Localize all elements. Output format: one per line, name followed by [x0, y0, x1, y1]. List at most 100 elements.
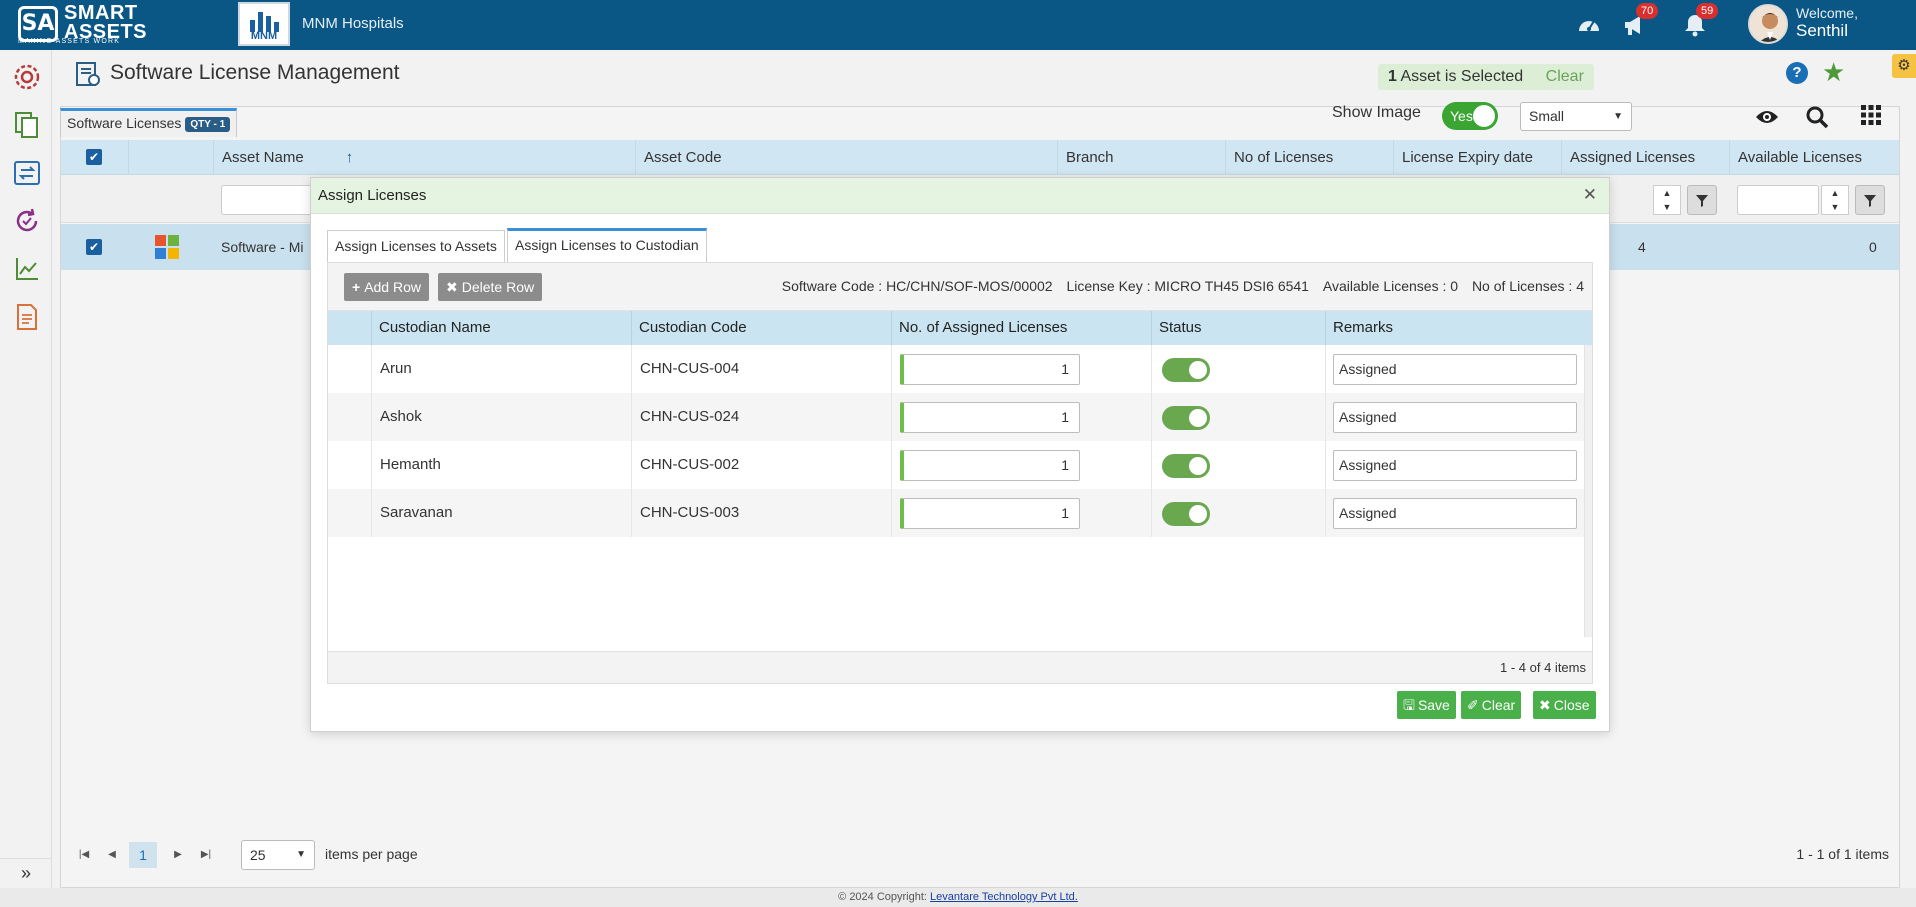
column-available-licenses[interactable]: Available Licenses [1729, 140, 1899, 175]
eye-icon[interactable] [1754, 104, 1780, 130]
column-remarks[interactable]: Remarks [1325, 311, 1584, 345]
custodian-name: Saravanan [371, 489, 631, 537]
assigned-licenses-input[interactable]: 1 [900, 450, 1080, 481]
show-image-toggle[interactable]: Yes [1442, 102, 1498, 130]
image-size-select[interactable]: Small ▼ [1520, 102, 1632, 131]
available-filter-button[interactable] [1855, 185, 1885, 215]
remarks-input[interactable]: Assigned [1333, 450, 1577, 481]
column-asset-name[interactable]: Asset Name ↑ [213, 140, 635, 175]
avatar[interactable] [1748, 4, 1788, 44]
select-all-cell[interactable]: ✔ [61, 140, 128, 175]
assigned-filter-button[interactable] [1687, 185, 1717, 215]
remarks-input[interactable]: Assigned [1333, 354, 1577, 385]
table-row[interactable]: Saravanan CHN-CUS-003 1 Assigned [328, 489, 1584, 537]
tab-software-licenses[interactable]: Software Licenses QTY - 1 [60, 108, 238, 137]
first-page-button[interactable]: |◀ [73, 844, 95, 866]
license-info: Software Code : HC/CHN/SOF-MOS/00002 Lic… [772, 278, 1584, 294]
announcement-icon[interactable]: 70 [1622, 3, 1659, 38]
settings-gear-icon[interactable] [12, 62, 42, 92]
eraser-icon: ✐ [1467, 697, 1479, 713]
status-toggle[interactable] [1162, 406, 1210, 430]
analytics-icon[interactable] [12, 254, 42, 284]
available-filter-spinner[interactable]: ▲ ▼ [1821, 185, 1849, 215]
assigned-filter-spinner[interactable]: ▲ ▼ [1653, 185, 1681, 215]
table-row[interactable]: Arun CHN-CUS-004 1 Assigned [328, 345, 1584, 393]
items-per-page-label: items per page [325, 846, 418, 862]
column-assigned-licenses[interactable]: No. of Assigned Licenses [891, 311, 1151, 345]
remarks-input[interactable]: Assigned [1333, 402, 1577, 433]
assigned-licenses-input[interactable]: 1 [900, 402, 1080, 433]
main-pager: |◀ ◀ 1 ▶ ▶| 25 ▼ items per page 1 - 1 of … [61, 836, 1899, 874]
column-branch[interactable]: Branch [1057, 140, 1225, 175]
column-status[interactable]: Status [1151, 311, 1325, 345]
left-sidebar: » [0, 50, 52, 888]
search-icon[interactable] [1804, 104, 1830, 130]
items-per-page-select[interactable]: 25 ▼ [241, 840, 315, 870]
close-button[interactable]: ✖ Close [1533, 691, 1596, 719]
available-filter-input[interactable] [1737, 185, 1819, 215]
custodian-name: Hemanth [371, 441, 631, 489]
announcement-count-badge: 70 [1636, 3, 1659, 19]
last-page-button[interactable]: ▶| [195, 844, 217, 866]
welcome-text[interactable]: Welcome, Senthil [1796, 4, 1858, 40]
dashboard-icon[interactable] [1576, 12, 1602, 38]
row-asset-name: Software - Mi [221, 239, 304, 255]
tab-assign-to-custodian[interactable]: Assign Licenses to Custodian [507, 228, 707, 262]
assigned-licenses-input[interactable]: 1 [900, 498, 1080, 529]
grid-scrollbar[interactable] [1584, 345, 1592, 637]
tab-assign-to-assets[interactable]: Assign Licenses to Assets [327, 230, 505, 262]
user-name: Senthil [1796, 21, 1848, 40]
selection-info: 1 Asset is Selected Clear [1378, 64, 1594, 90]
page-title: Software License Management [110, 61, 400, 84]
favorite-star-icon[interactable]: ★ [1822, 58, 1845, 86]
org-name: MNM Hospitals [302, 15, 404, 32]
documents-icon[interactable] [12, 110, 42, 140]
expand-sidebar-icon[interactable]: » [0, 858, 52, 888]
save-icon: 🖫 [1403, 697, 1415, 713]
column-custodian-name[interactable]: Custodian Name [371, 311, 631, 345]
report-icon[interactable] [12, 302, 42, 332]
delete-row-button[interactable]: ✖ Delete Row [438, 273, 543, 301]
company-link[interactable]: Levantare Technology Pvt Ltd. [930, 891, 1078, 903]
no-of-licenses: No of Licenses : 4 [1471, 278, 1584, 294]
modal-header: Assign Licenses ✕ [311, 178, 1609, 214]
status-toggle[interactable] [1162, 358, 1210, 382]
grid-menu-icon[interactable] [1860, 104, 1882, 126]
custodian-code: CHN-CUS-024 [631, 393, 891, 441]
logo-tagline: MAKING ASSETS WORK [18, 38, 121, 45]
plus-icon: + [352, 279, 361, 295]
row-assigned-licenses: 4 [1638, 239, 1646, 255]
available-licenses: Available Licenses : 0 [1322, 278, 1459, 294]
column-no-of-licenses[interactable]: No of Licenses [1225, 140, 1393, 175]
table-row[interactable]: Hemanth CHN-CUS-002 1 Assigned [328, 441, 1584, 489]
column-assigned-licenses[interactable]: Assigned Licenses [1561, 140, 1729, 175]
help-icon[interactable]: ? [1786, 62, 1808, 84]
logo-text: SMART ASSETS [64, 2, 148, 43]
bell-icon[interactable]: 59 [1682, 3, 1719, 38]
select-all-checkbox[interactable]: ✔ [86, 149, 102, 165]
refresh-cycle-icon[interactable] [12, 206, 42, 236]
save-button[interactable]: 🖫 Save [1397, 691, 1456, 719]
close-icon[interactable]: ✕ [1583, 186, 1597, 204]
status-toggle[interactable] [1162, 502, 1210, 526]
software-code: Software Code : HC/CHN/SOF-MOS/00002 [781, 278, 1053, 294]
row-checkbox[interactable]: ✔ [86, 239, 102, 255]
settings-corner-icon[interactable]: ⚙ [1892, 54, 1916, 78]
column-license-expiry[interactable]: License Expiry date [1393, 140, 1561, 175]
column-asset-code[interactable]: Asset Code [635, 140, 1057, 175]
column-custodian-code[interactable]: Custodian Code [631, 311, 891, 345]
remarks-input[interactable]: Assigned [1333, 498, 1577, 529]
add-row-button[interactable]: + Add Row [344, 273, 429, 301]
assigned-licenses-input[interactable]: 1 [900, 354, 1080, 385]
transfer-icon[interactable] [12, 158, 42, 188]
status-toggle[interactable] [1162, 454, 1210, 478]
smart-assets-logo[interactable]: SA SMART ASSETS MAKING ASSETS WORK [18, 2, 148, 46]
clear-button[interactable]: ✐ Clear [1461, 691, 1522, 719]
prev-page-button[interactable]: ◀ [101, 844, 123, 866]
clear-selection-link[interactable]: Clear [1546, 68, 1584, 85]
table-row[interactable]: Ashok CHN-CUS-024 1 Assigned [328, 393, 1584, 441]
qty-badge: QTY - 1 [185, 117, 231, 132]
next-page-button[interactable]: ▶ [167, 844, 189, 866]
current-page[interactable]: 1 [129, 842, 157, 868]
assign-licenses-modal: Assign Licenses ✕ Assign Licenses to Ass… [310, 177, 1610, 732]
